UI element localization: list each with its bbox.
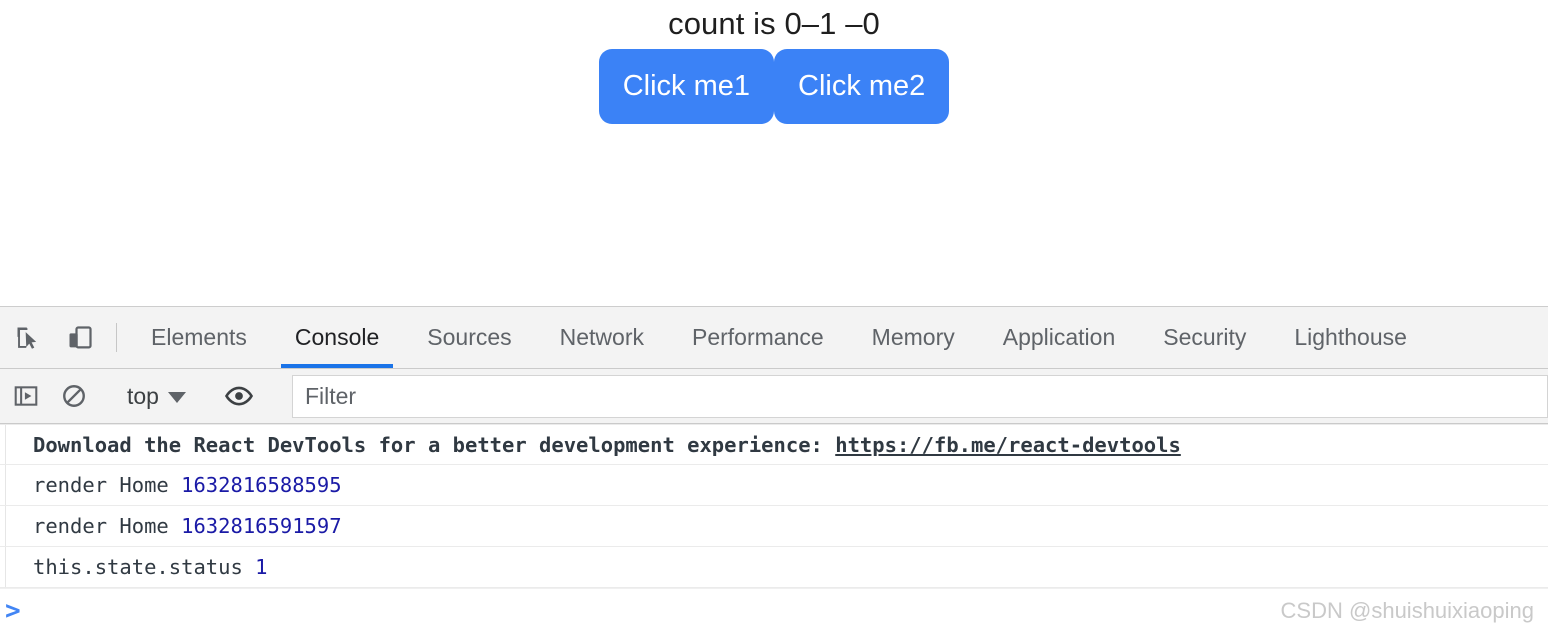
tab-label: Security — [1163, 324, 1247, 350]
page-viewport: count is 0–1 –0 Click me1 Click me2 — [0, 0, 1548, 306]
tab-label: Memory — [871, 324, 955, 350]
toolbar-divider — [116, 323, 117, 352]
console-context-selector[interactable]: top — [119, 383, 194, 410]
tab-label: Elements — [151, 324, 247, 350]
tab-label: Performance — [692, 324, 824, 350]
count-heading: count is 0–1 –0 — [668, 6, 880, 41]
tab-label: Network — [559, 324, 644, 350]
console-message-row[interactable]: Download the React DevTools for a better… — [0, 424, 1548, 465]
click-me1-button[interactable]: Click me1 — [598, 49, 774, 124]
watermark: CSDN @shuishuixiaoping — [1280, 598, 1534, 623]
tab-console[interactable]: Console — [271, 307, 403, 368]
console-message-value: 1 — [255, 555, 268, 579]
inspect-element-icon[interactable] — [2, 307, 54, 368]
console-message-text: Download the React DevTools for a better… — [33, 432, 836, 457]
console-message-text: this.state.status — [33, 555, 256, 579]
tab-memory[interactable]: Memory — [848, 307, 979, 368]
console-message-row[interactable]: this.state.status 1 — [0, 547, 1548, 588]
chevron-down-icon — [167, 392, 186, 403]
devtools-tabbar: Elements Console Sources Network Perform… — [0, 307, 1548, 369]
tab-security[interactable]: Security — [1139, 307, 1270, 368]
console-message-list[interactable]: Download the React DevTools for a better… — [0, 424, 1548, 588]
console-toolbar: top — [0, 369, 1548, 424]
console-message-row[interactable]: render Home 1632816588595 — [0, 465, 1548, 506]
console-sidebar-icon[interactable] — [2, 369, 50, 423]
console-message-text: render Home — [33, 514, 182, 538]
react-devtools-link[interactable]: https://fb.me/react-devtools — [835, 433, 1181, 457]
tab-network[interactable]: Network — [536, 307, 668, 368]
tab-performance[interactable]: Performance — [668, 307, 848, 368]
device-toolbar-icon[interactable] — [54, 307, 106, 368]
console-message-value: 1632816591597 — [181, 514, 342, 538]
click-me2-button[interactable]: Click me2 — [774, 49, 950, 124]
console-message-row[interactable]: render Home 1632816591597 — [0, 506, 1548, 547]
prompt-arrow-icon: > — [5, 595, 21, 626]
button-row: Click me1 Click me2 — [598, 49, 950, 124]
tab-label: Console — [294, 324, 380, 350]
console-prompt[interactable]: > CSDN @shuishuixiaoping — [0, 588, 1548, 632]
tab-application[interactable]: Application — [979, 307, 1140, 368]
clear-console-icon[interactable] — [50, 369, 98, 423]
devtools-panel: Elements Console Sources Network Perform… — [0, 306, 1548, 632]
tab-label: Application — [1002, 324, 1116, 350]
tab-sources[interactable]: Sources — [403, 307, 535, 368]
app-content: count is 0–1 –0 Click me1 Click me2 — [0, 0, 1548, 124]
live-expression-eye-icon[interactable] — [215, 369, 263, 423]
tab-elements[interactable]: Elements — [127, 307, 271, 368]
console-message-value: 1632816588595 — [181, 473, 342, 497]
console-filter-input[interactable] — [291, 374, 1548, 418]
tab-lighthouse[interactable]: Lighthouse — [1270, 307, 1431, 368]
console-message-text: render Home — [33, 473, 182, 497]
tab-label: Lighthouse — [1294, 324, 1407, 350]
console-context-label: top — [127, 382, 159, 409]
tab-label: Sources — [427, 324, 512, 350]
